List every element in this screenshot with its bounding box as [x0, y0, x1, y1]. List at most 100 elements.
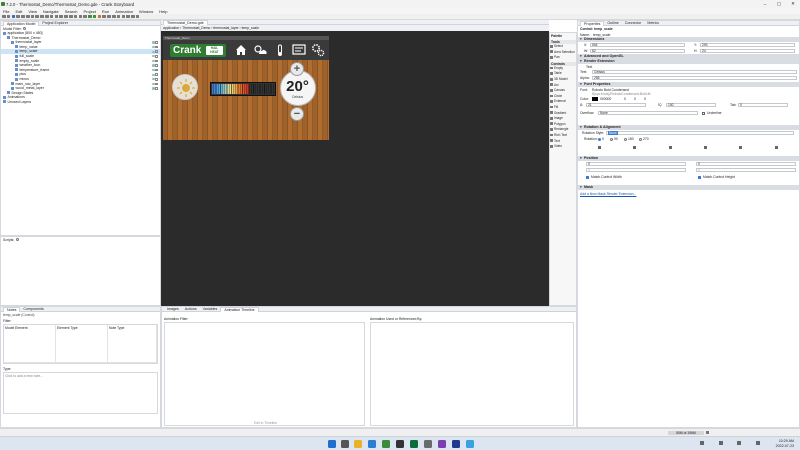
tab-actions[interactable]: Actions: [182, 307, 200, 312]
match-width-checkbox[interactable]: [586, 175, 589, 179]
preview-icon[interactable]: [121, 14, 126, 19]
text-field[interactable]: Celsius: [592, 70, 797, 75]
forward-icon[interactable]: [135, 14, 140, 19]
tab-thermostat-gde[interactable]: Thermostat_Demo.gde: [163, 19, 208, 25]
tab-outline[interactable]: Outline: [604, 21, 621, 26]
w-field[interactable]: 62: [590, 48, 685, 53]
grid-icon[interactable]: [111, 14, 116, 19]
garbage-collect-icon[interactable]: [706, 431, 709, 434]
align-bottom-icon[interactable]: [774, 146, 778, 149]
size-field[interactable]: 21: [586, 103, 646, 108]
visibility-icon[interactable]: [152, 50, 155, 53]
menu-file[interactable]: File: [3, 9, 9, 14]
align-middle-icon[interactable]: [73, 14, 78, 19]
breadcrumb-control[interactable]: temp_scale: [242, 26, 259, 30]
align-top-icon[interactable]: [68, 14, 73, 19]
tab-application-model[interactable]: Application Model: [3, 20, 40, 26]
tab-variables[interactable]: Variables: [200, 307, 221, 312]
thermometer-icon[interactable]: [273, 43, 287, 57]
col-element-type[interactable]: Element Type: [56, 325, 108, 363]
app-icon-grey[interactable]: [424, 440, 432, 448]
save-icon[interactable]: [11, 14, 16, 19]
add-note-field[interactable]: Click to add a new note...: [3, 372, 158, 414]
visibility-icon[interactable]: [152, 73, 155, 76]
paste-icon[interactable]: [45, 14, 49, 19]
palette-item[interactable]: Pan: [550, 55, 576, 61]
thermostat-screen[interactable]: Thermostat_Demo Crank HAIL HEAT 20° Cels…: [163, 36, 329, 140]
settings-icon[interactable]: [311, 43, 325, 57]
lock-checkbox[interactable]: [155, 77, 158, 81]
pos-w-field[interactable]: 0: [586, 168, 686, 173]
plus-button[interactable]: +: [290, 62, 304, 76]
clock[interactable]: 10:29 AM 2022-07-23: [764, 439, 794, 448]
open-icon[interactable]: [6, 14, 11, 19]
menu-search[interactable]: Search: [65, 9, 78, 14]
run-icon[interactable]: [88, 14, 92, 19]
align-center-icon[interactable]: [59, 14, 63, 19]
menu-edit[interactable]: Edit: [15, 9, 22, 14]
search-icon[interactable]: [22, 27, 26, 30]
tree-item[interactable]: Unused Layers: [1, 100, 160, 105]
edit-in-timeline-button[interactable]: Edit in Timeline: [254, 421, 277, 425]
color-r[interactable]: 0: [624, 97, 626, 101]
lock-checkbox[interactable]: [155, 45, 158, 49]
maximize-button[interactable]: ▢: [772, 0, 786, 8]
battery-icon[interactable]: [755, 441, 760, 445]
lock-checkbox[interactable]: [155, 54, 158, 58]
visibility-icon[interactable]: [152, 59, 155, 62]
match-height-checkbox[interactable]: [698, 175, 701, 179]
align-left-icon[interactable]: [54, 14, 59, 19]
save-all-icon[interactable]: [16, 14, 20, 19]
app-icon-purple[interactable]: [438, 440, 446, 448]
align-left-icon[interactable]: [598, 146, 602, 149]
app-icon-blue[interactable]: [452, 440, 460, 448]
breadcrumb-layer[interactable]: thermostat_layer: [213, 26, 238, 30]
pos-h-field[interactable]: 0: [696, 168, 796, 173]
lock-checkbox[interactable]: [155, 41, 158, 44]
menu-help[interactable]: Help: [159, 9, 167, 14]
tab-animation-timeline[interactable]: Animation Timeline: [220, 306, 259, 312]
tab-project-explorer[interactable]: Project Explorer: [39, 21, 71, 26]
windows-start-icon[interactable]: [328, 440, 336, 448]
x-field[interactable]: 504: [590, 43, 685, 48]
visibility-icon[interactable]: [152, 68, 155, 72]
tab-field[interactable]: 0: [738, 103, 788, 108]
color-g[interactable]: 0: [634, 97, 636, 101]
rotation-270-radio[interactable]: [639, 137, 642, 141]
color-swatch[interactable]: [592, 97, 598, 101]
schedule-icon[interactable]: [292, 44, 306, 56]
pos-x-field[interactable]: 0: [586, 162, 686, 167]
crank-icon[interactable]: [410, 440, 418, 448]
lock-checkbox[interactable]: [155, 82, 158, 86]
align-bottom-icon[interactable]: [78, 14, 83, 19]
color-b[interactable]: 0: [644, 97, 646, 101]
volume-icon[interactable]: [737, 441, 742, 445]
zoom-out-icon[interactable]: [107, 14, 111, 19]
tab-connector[interactable]: Connector: [622, 21, 645, 26]
rotation-180-radio[interactable]: [624, 137, 627, 141]
app-icon-green[interactable]: [382, 440, 390, 448]
y-field[interactable]: 293: [700, 43, 795, 48]
visibility-icon[interactable]: [152, 55, 155, 58]
distribute-icon[interactable]: [83, 14, 87, 19]
lock-checkbox[interactable]: [155, 68, 158, 72]
underline-checkbox[interactable]: [702, 111, 705, 115]
taskbar-search-icon[interactable]: [341, 440, 349, 448]
lock-checkbox[interactable]: [155, 50, 158, 53]
vscode-icon[interactable]: [368, 440, 376, 448]
chevron-up-icon[interactable]: [700, 441, 704, 445]
col-note-type[interactable]: Note Type: [108, 325, 157, 363]
visibility-icon[interactable]: [152, 45, 155, 49]
debug-icon[interactable]: [92, 14, 97, 19]
breadcrumb-screen[interactable]: Thermostat_Demo: [182, 26, 210, 30]
rotation-style-select[interactable]: None: [606, 131, 794, 136]
weather-icon[interactable]: [252, 43, 268, 57]
export-icon[interactable]: [97, 14, 102, 19]
back-icon[interactable]: [131, 14, 135, 19]
alpha-field[interactable]: 255: [592, 75, 797, 80]
palette-item[interactable]: Video: [550, 144, 576, 150]
lock-checkbox[interactable]: [155, 73, 158, 76]
tab-properties[interactable]: Properties: [580, 20, 605, 26]
network-icon[interactable]: [718, 441, 723, 445]
terminal-icon[interactable]: [396, 440, 404, 448]
